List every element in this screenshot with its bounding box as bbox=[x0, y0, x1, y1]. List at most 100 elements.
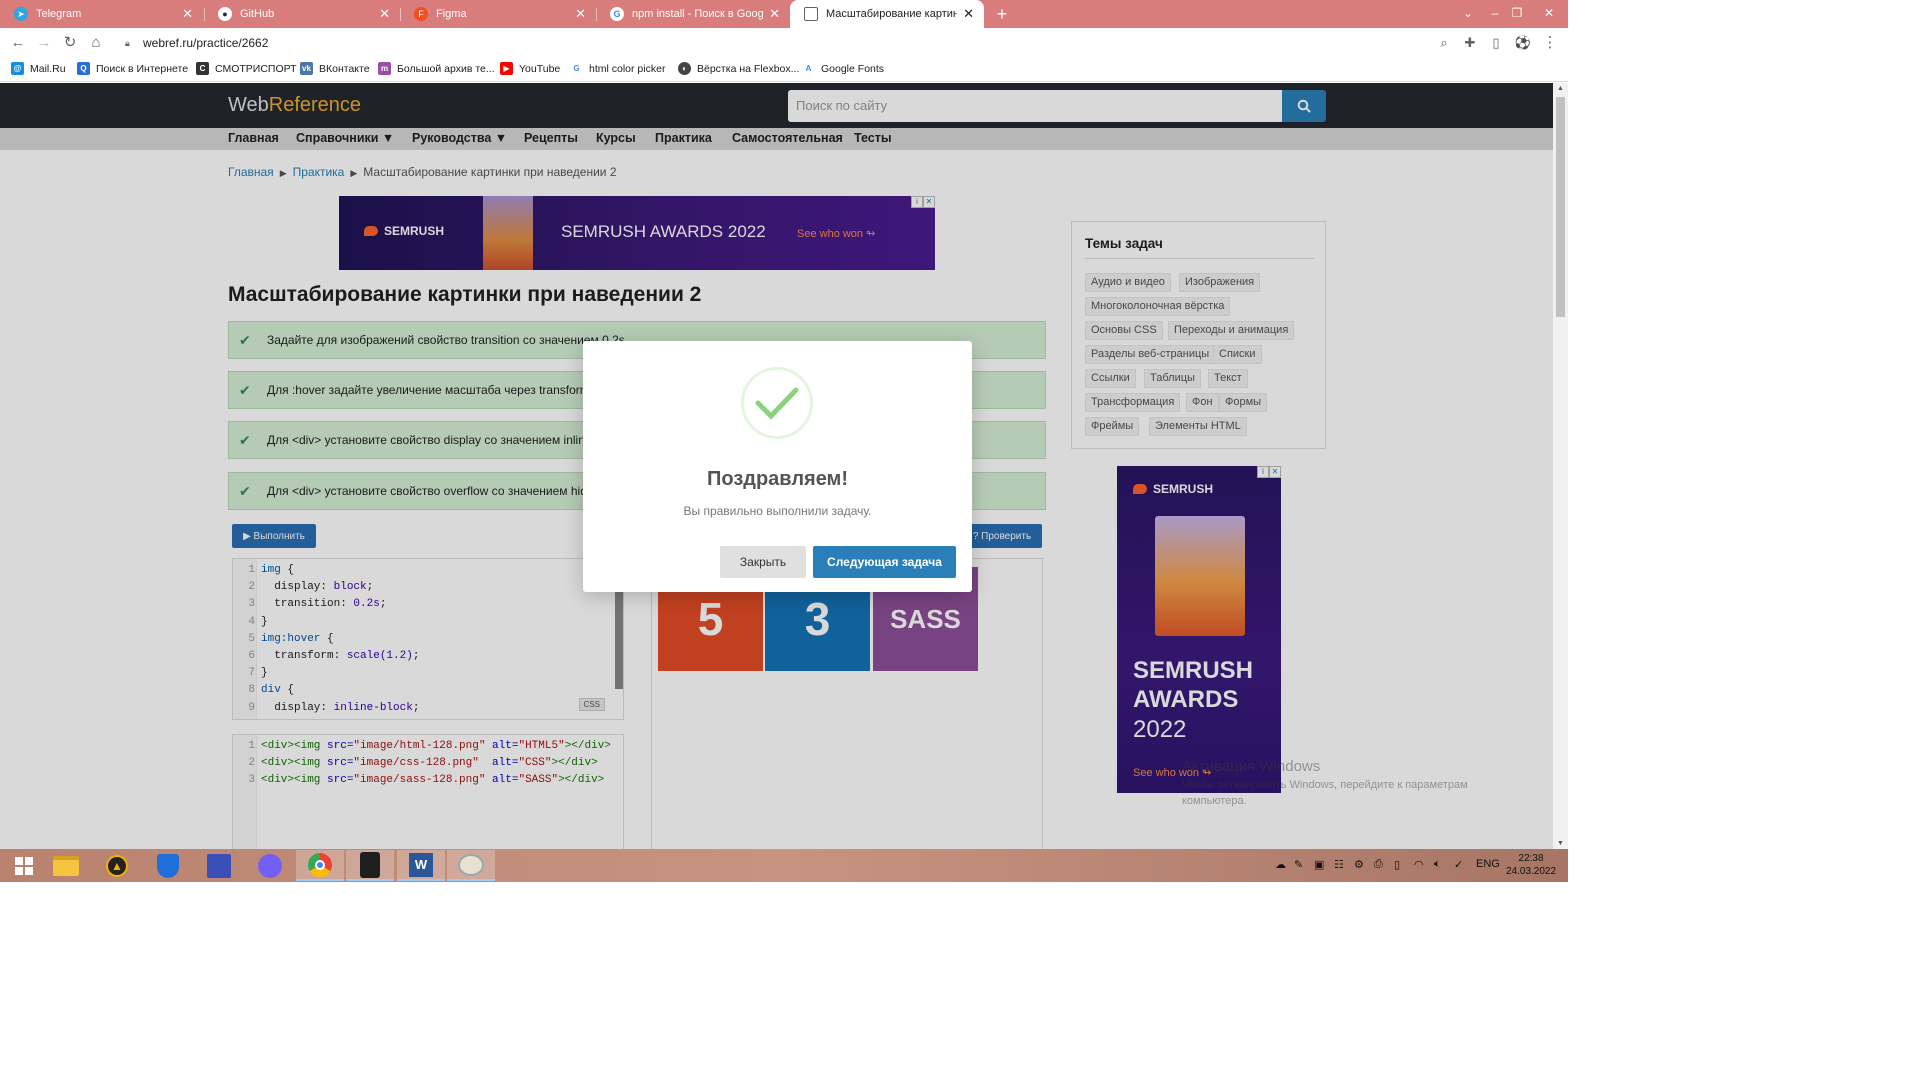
bookmark-label: Поиск в Интернете bbox=[96, 62, 189, 75]
google-fonts-icon: A bbox=[802, 62, 815, 75]
close-window-button[interactable]: ✕ bbox=[1536, 0, 1562, 28]
page-icon bbox=[804, 7, 818, 21]
nvidia-icon[interactable]: ▣ bbox=[1314, 858, 1324, 871]
bookmark-label: Большой архив те... bbox=[397, 62, 495, 75]
word-icon[interactable]: W bbox=[397, 850, 445, 881]
youtube-icon: ▶ bbox=[500, 62, 513, 75]
archive-app-icon[interactable]: ▲ bbox=[93, 850, 141, 881]
tray-icon[interactable]: ✓ bbox=[1454, 858, 1463, 871]
restore-button[interactable]: ❐ bbox=[1504, 0, 1530, 28]
tray-icon[interactable]: ✎ bbox=[1294, 858, 1303, 871]
search-icon: Q bbox=[77, 62, 90, 75]
address-text: webref.ru/practice/2662 bbox=[143, 36, 269, 50]
profile-icon[interactable]: ⚽ bbox=[1513, 33, 1533, 53]
new-tab-button[interactable]: + bbox=[992, 4, 1012, 24]
mailru-icon: @ bbox=[11, 62, 24, 75]
scroll-thumb[interactable] bbox=[1556, 97, 1565, 317]
bookmark-vk[interactable]: vk ВКонтакте bbox=[300, 62, 370, 75]
bookmark-archive[interactable]: m Большой архив те... bbox=[378, 62, 495, 75]
tab-title: npm install - Поиск в Google bbox=[632, 8, 764, 20]
next-task-button[interactable]: Следующая задача bbox=[813, 546, 956, 578]
close-tab-icon[interactable]: ✕ bbox=[769, 6, 780, 22]
close-tab-icon[interactable]: ✕ bbox=[182, 6, 193, 22]
close-tab-icon[interactable]: ✕ bbox=[379, 6, 390, 22]
network-icon[interactable]: ☷ bbox=[1334, 858, 1344, 871]
figma-icon: F bbox=[414, 7, 428, 21]
bookmark-youtube[interactable]: ▶ YouTube bbox=[500, 62, 560, 75]
tab-title: Figma bbox=[436, 8, 467, 20]
menu-icon[interactable]: ⋮ bbox=[1540, 33, 1560, 53]
figma-taskbar-icon[interactable] bbox=[346, 850, 394, 881]
bookmark-label: YouTube bbox=[519, 62, 561, 75]
dialog-title: Поздравляем! bbox=[706, 468, 849, 490]
google-icon: G bbox=[570, 62, 583, 75]
battery-icon[interactable]: ▯ bbox=[1394, 858, 1400, 871]
system-clock[interactable]: 22:38 24.03.2022 bbox=[1506, 852, 1556, 878]
lock-icon: 🔒︎ bbox=[125, 38, 130, 48]
tab-search-icon[interactable]: ⌄ bbox=[1455, 0, 1481, 28]
tab-github[interactable]: ● GitHub ✕ bbox=[204, 0, 400, 28]
address-bar[interactable]: 🔒︎ webref.ru/practice/2662 bbox=[115, 31, 1425, 55]
page-scrollbar[interactable]: ▲ ▼ bbox=[1553, 83, 1568, 849]
bookmark-label: ВКонтакте bbox=[319, 62, 370, 75]
bookmark-smotrisport[interactable]: С СМОТРИСПОРТ bbox=[196, 62, 297, 75]
vk-icon: vk bbox=[300, 62, 313, 75]
reload-icon[interactable]: ↻ bbox=[60, 33, 80, 53]
telegram-icon: ➤ bbox=[14, 7, 28, 21]
clock-date: 24.03.2022 bbox=[1506, 866, 1557, 877]
defender-icon[interactable] bbox=[144, 850, 192, 881]
tray-icon[interactable]: ⚙ bbox=[1354, 858, 1364, 871]
paint-icon[interactable] bbox=[447, 850, 495, 881]
windows-icon bbox=[15, 856, 33, 875]
start-button[interactable] bbox=[0, 850, 48, 881]
github-icon: ● bbox=[218, 7, 232, 21]
bookmark-label: html color picker bbox=[589, 62, 666, 75]
tab-google-search[interactable]: G npm install - Поиск в Google ✕ bbox=[596, 0, 790, 28]
language-indicator[interactable]: ENG bbox=[1476, 858, 1500, 870]
tab-telegram[interactable]: ➤ Telegram ✕ bbox=[0, 0, 203, 28]
archive-icon: m bbox=[378, 62, 391, 75]
tab-title: Масштабирование картинки пр bbox=[826, 8, 958, 20]
onedrive-icon[interactable]: ☁ bbox=[1275, 858, 1286, 871]
bookmark-label: Mail.Ru bbox=[30, 62, 66, 75]
dialog-message: Вы правильно выполнили задачу. bbox=[683, 504, 872, 518]
activation-title: Активация Windows bbox=[1182, 758, 1321, 775]
bookmark-google-fonts[interactable]: A Google Fonts bbox=[802, 62, 884, 75]
bookmark-label: СМОТРИСПОРТ bbox=[215, 62, 297, 75]
bookmark-label: Google Fonts bbox=[821, 62, 885, 75]
tab-active-webref[interactable]: Масштабирование картинки пр ✕ bbox=[790, 0, 984, 28]
screen: ➤ Telegram ✕ ● GitHub ✕ F Figma ✕ G npm … bbox=[0, 0, 1568, 882]
clock-time: 22:38 bbox=[1518, 853, 1544, 864]
close-tab-icon[interactable]: ✕ bbox=[575, 6, 586, 22]
tab-figma[interactable]: F Figma ✕ bbox=[400, 0, 596, 28]
scroll-down-icon[interactable]: ▼ bbox=[1557, 840, 1564, 847]
forward-icon[interactable]: → bbox=[34, 33, 54, 53]
google-icon: G bbox=[610, 7, 624, 21]
back-icon[interactable]: ← bbox=[8, 33, 28, 53]
volume-icon[interactable]: 🔈︎ bbox=[1434, 858, 1441, 871]
home-icon[interactable]: ⌂ bbox=[86, 33, 106, 53]
tray-icon[interactable]: ⎙ bbox=[1374, 858, 1383, 871]
zoom-icon[interactable]: ⌕ bbox=[1434, 33, 1454, 53]
scroll-up-icon[interactable]: ▲ bbox=[1557, 85, 1564, 92]
extensions-icon[interactable]: ✚ bbox=[1460, 33, 1480, 53]
bookmark-flexbox[interactable]: ◐ Вёрстка на Flexbox... bbox=[678, 62, 799, 75]
bookmark-mailru[interactable]: @ Mail.Ru bbox=[11, 62, 66, 75]
side-panel-icon[interactable]: ▯ bbox=[1486, 33, 1506, 53]
bookmarks-bar: @ Mail.Ru Q Поиск в Интернете С СМОТРИСПОРТ… bbox=[0, 58, 1568, 82]
close-button[interactable]: Закрыть bbox=[720, 546, 806, 578]
web-page: WebReference Поиск по сайту Главная Спра… bbox=[0, 83, 1553, 849]
chrome-icon[interactable] bbox=[296, 850, 344, 881]
viber-icon[interactable] bbox=[246, 850, 294, 881]
file-explorer-icon[interactable] bbox=[42, 850, 90, 881]
close-tab-icon[interactable]: ✕ bbox=[963, 6, 974, 22]
bookmark-color-picker[interactable]: Ghtml color picker bbox=[570, 62, 665, 75]
save-app-icon[interactable] bbox=[195, 850, 243, 881]
bookmark-search[interactable]: Q Поиск в Интернете bbox=[77, 62, 188, 75]
flexbox-icon: ◐ bbox=[678, 62, 691, 75]
tab-strip: ➤ Telegram ✕ ● GitHub ✕ F Figma ✕ G npm … bbox=[0, 0, 1568, 28]
success-check-icon bbox=[741, 367, 813, 439]
windows-taskbar: ▲ W ☁ ✎ ▣ ☷ ⚙ ⎙ ▯ ◠ 🔈︎ ✓ ENG 22:38 24.03… bbox=[0, 849, 1568, 882]
bookmark-label: Вёрстка на Flexbox... bbox=[697, 62, 800, 75]
wifi-icon[interactable]: ◠ bbox=[1414, 858, 1424, 871]
